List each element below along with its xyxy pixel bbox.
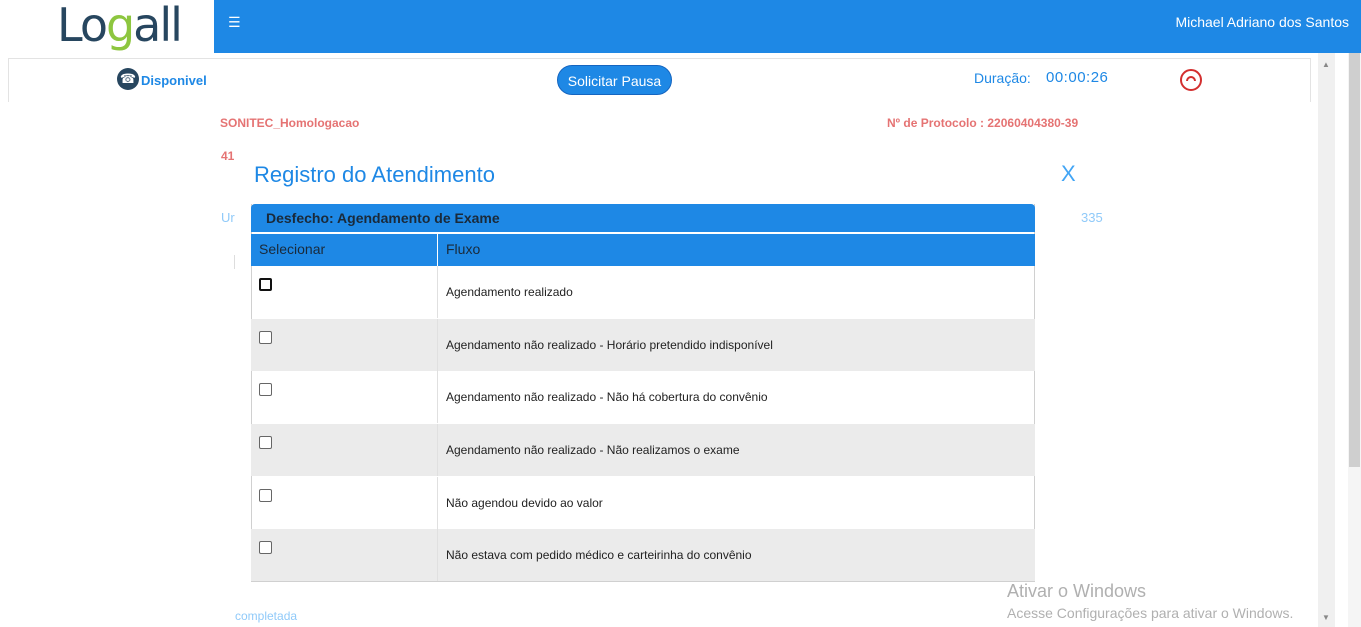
row-checkbox[interactable] <box>259 278 272 291</box>
row-checkbox[interactable] <box>259 489 272 502</box>
flow-label: Agendamento não realizado - Horário pret… <box>446 338 773 352</box>
close-button[interactable]: X <box>1061 161 1076 187</box>
scroll-down-icon[interactable]: ▼ <box>1321 613 1331 623</box>
column-header-select: Selecionar <box>251 234 438 266</box>
column-header-flow: Fluxo <box>438 234 1035 266</box>
select-cell <box>251 424 438 476</box>
select-cell <box>251 266 438 318</box>
table-row[interactable]: Não agendou devido ao valor <box>251 477 1035 529</box>
protocol-fragment: 41 <box>221 149 235 163</box>
availability-status[interactable]: Disponivel <box>141 73 207 88</box>
select-cell <box>251 477 438 529</box>
windows-watermark-text: Acesse Configurações para ativar o Windo… <box>1007 605 1294 621</box>
background-fragment-right: 335 <box>1081 210 1103 225</box>
company-name: SONITEC_Homologacao <box>220 116 360 130</box>
row-checkbox[interactable] <box>259 436 272 449</box>
windows-watermark-title: Ativar o Windows <box>1007 581 1147 601</box>
modal-title: Registro do Atendimento <box>254 162 495 187</box>
flow-label: Não agendou devido ao valor <box>446 496 603 510</box>
table-row[interactable]: Agendamento realizado <box>251 266 1035 318</box>
panel-title: Desfecho: Agendamento de Exame <box>266 210 500 226</box>
duration-value: 00:00:26 <box>1046 69 1109 86</box>
flow-label: Agendamento não realizado - Não realizam… <box>446 443 740 457</box>
request-pause-button[interactable]: Solicitar Pausa <box>557 65 672 95</box>
table-row[interactable]: Agendamento não realizado - Horário pret… <box>251 319 1035 371</box>
user-name[interactable]: Michael Adriano dos Santos <box>1175 14 1349 30</box>
flow-label: Agendamento realizado <box>446 285 573 299</box>
hangup-icon[interactable] <box>1180 69 1202 91</box>
panel-header: Desfecho: Agendamento de Exame <box>251 204 1035 232</box>
inner-scrollbar[interactable] <box>1318 53 1335 627</box>
row-checkbox[interactable] <box>259 383 272 396</box>
logo: Logall <box>57 0 183 52</box>
select-cell <box>251 319 438 371</box>
select-cell <box>251 371 438 423</box>
scroll-up-icon[interactable]: ▲ <box>1321 60 1331 70</box>
row-checkbox[interactable] <box>259 541 272 554</box>
background-fragment-left: Ur <box>221 210 235 225</box>
row-checkbox[interactable] <box>259 331 272 344</box>
page-scrollbar-thumb[interactable] <box>1349 53 1360 467</box>
table-row[interactable]: Não estava com pedido médico e carteirin… <box>251 529 1035 581</box>
logo-area: Logall <box>0 0 214 53</box>
flow-label: Agendamento não realizado - Não há cober… <box>446 390 768 404</box>
protocol-number: Nº de Protocolo : 22060404380-39 <box>887 116 1079 130</box>
table-row[interactable]: Agendamento não realizado - Não há cober… <box>251 371 1035 423</box>
background-fragment-bottom: completada <box>235 609 298 623</box>
table-row[interactable]: Agendamento não realizado - Não realizam… <box>251 424 1035 476</box>
hamburger-icon[interactable]: ☰ <box>228 12 242 32</box>
duration-label: Duração: <box>974 70 1031 86</box>
phone-icon: ☎ <box>117 68 139 90</box>
flow-label: Não estava com pedido médico e carteirin… <box>446 548 752 562</box>
select-cell <box>251 529 438 581</box>
background-divider <box>234 255 235 269</box>
